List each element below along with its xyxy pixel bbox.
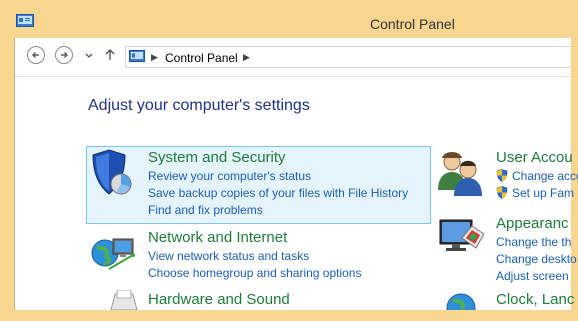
uac-shield-icon (496, 186, 508, 199)
recent-locations-chevron-icon[interactable] (85, 52, 93, 60)
link-change-account[interactable]: Change acco (512, 169, 578, 183)
window-title: Control Panel (370, 16, 455, 32)
category-title-clock-language[interactable]: Clock, Lanc (496, 291, 574, 308)
window-frame: Control Panel ▶ Control Panel ▶ Adjust y… (0, 0, 578, 321)
link-change-desktop[interactable]: Change deskto (496, 252, 577, 266)
window-bottom-border (0, 310, 578, 321)
category-title-system-security[interactable]: System and Security (148, 149, 286, 166)
back-arrow-icon (32, 52, 39, 58)
navigation-bar: ▶ Control Panel ▶ (15, 38, 571, 77)
category-title-network-internet[interactable]: Network and Internet (148, 229, 287, 246)
forward-arrow-icon (61, 52, 68, 58)
address-bar[interactable]: ▶ Control Panel ▶ (125, 46, 571, 68)
appearance-monitor-icon (439, 219, 485, 251)
category-title-appearance[interactable]: Appearanc (496, 215, 569, 232)
category-title-user-accounts[interactable]: User Accou (496, 149, 573, 166)
shield-chart-icon (92, 149, 132, 195)
category-title-hardware-sound[interactable]: Hardware and Sound (148, 291, 290, 308)
link-file-history[interactable]: Save backup copies of your files with Fi… (148, 186, 408, 200)
link-adjust-screen[interactable]: Adjust screen (496, 269, 569, 283)
printer-icon (110, 290, 138, 310)
breadcrumb-separator-icon[interactable]: ▶ (151, 52, 158, 63)
title-bar[interactable]: Control Panel (0, 0, 578, 38)
link-network-status[interactable]: View network status and tasks (148, 249, 309, 263)
users-icon (438, 152, 482, 196)
clock-globe-icon (446, 293, 476, 310)
page-heading: Adjust your computer's settings (88, 97, 310, 114)
uac-shield-icon (496, 169, 508, 182)
breadcrumb-chevron-icon[interactable]: ▶ (243, 52, 250, 63)
breadcrumb-control-panel[interactable]: Control Panel (165, 51, 238, 65)
network-globe-icon (91, 238, 135, 270)
up-level-icon[interactable] (104, 48, 116, 62)
control-panel-app-icon (16, 14, 34, 27)
link-review-status[interactable]: Review your computer's status (148, 169, 311, 183)
control-panel-address-icon (129, 50, 145, 62)
link-change-theme[interactable]: Change the th (496, 235, 571, 249)
control-panel-window: ▶ Control Panel ▶ Adjust your computer's… (14, 38, 578, 310)
link-homegroup-sharing[interactable]: Choose homegroup and sharing options (148, 266, 361, 280)
forward-button[interactable] (55, 46, 73, 64)
back-button[interactable] (27, 46, 45, 64)
link-find-fix-problems[interactable]: Find and fix problems (148, 203, 263, 217)
link-family-safety[interactable]: Set up Fam (512, 186, 574, 200)
